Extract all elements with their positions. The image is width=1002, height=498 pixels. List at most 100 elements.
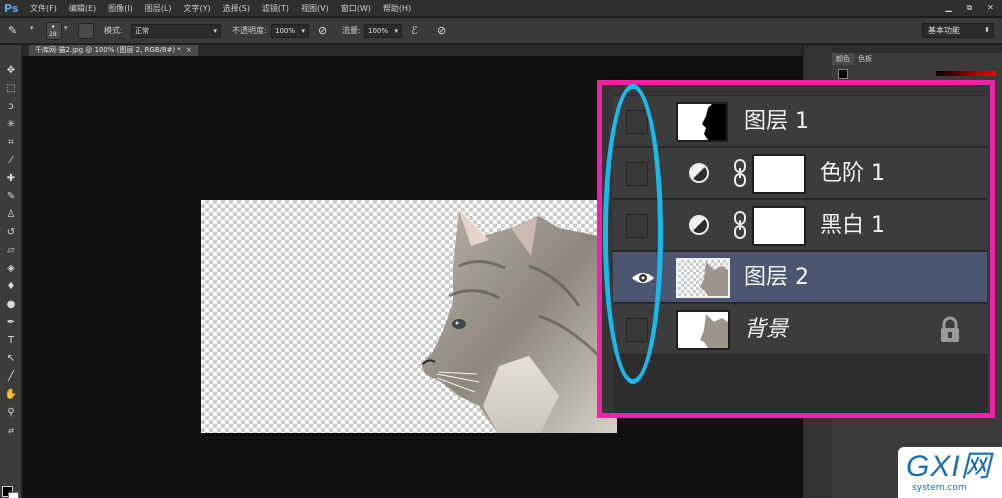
- brush-size-picker[interactable]: • 28: [46, 22, 62, 40]
- chain-link-icon[interactable]: [733, 159, 747, 187]
- layer-name: 图层 1: [744, 109, 809, 134]
- magic-wand-tool-icon[interactable]: ✳: [3, 117, 19, 133]
- pressure-opacity-icon[interactable]: ⊘: [318, 22, 327, 40]
- layers-panel-callout: 图层 1 色阶 1 黑白 1 图层 2 背景: [597, 80, 995, 418]
- lasso-tool-icon[interactable]: ↄ: [3, 99, 19, 115]
- layer-mask-thumbnail: [676, 102, 728, 142]
- photoshop-logo: Ps: [4, 2, 19, 15]
- layer-thumbnail: [676, 310, 730, 350]
- layer-name: 背景: [744, 317, 789, 342]
- menu-image[interactable]: 图像(I): [108, 0, 133, 17]
- watermark-logo: GXI网: [906, 450, 992, 483]
- hand-tool-icon[interactable]: ✋: [3, 387, 19, 403]
- close-button[interactable]: ✕: [983, 1, 998, 15]
- opacity-input[interactable]: 100% ▾: [271, 24, 309, 38]
- minimize-button[interactable]: ▁: [941, 1, 956, 15]
- brush-size-dropdown[interactable]: ▾: [64, 24, 68, 32]
- adjustment-layer-icon: [689, 215, 709, 235]
- document-tab[interactable]: 千库网-猫2.jpg @ 100% (图层 2, RGB/8#) * ×: [29, 45, 198, 56]
- eyedropper-tool-icon[interactable]: ⁄: [3, 153, 19, 169]
- zoom-tool-icon[interactable]: ⚲: [3, 405, 19, 421]
- mode-select[interactable]: 正常 ▾: [131, 24, 221, 38]
- layer-thumbnail: [676, 258, 730, 298]
- menu-edit[interactable]: 编辑(E): [69, 0, 96, 17]
- document-tabs: 千库网-猫2.jpg @ 100% (图层 2, RGB/8#) * ×: [22, 45, 802, 56]
- blur-tool-icon[interactable]: ♦: [3, 279, 19, 295]
- restore-button[interactable]: ⧉: [962, 1, 977, 15]
- cat-thumbnail-icon: [700, 314, 728, 348]
- airbrush-icon[interactable]: ℰ: [411, 22, 418, 40]
- visibility-toggle[interactable]: [626, 318, 648, 342]
- layer-row-selected[interactable]: 图层 2: [613, 251, 987, 303]
- document-canvas[interactable]: [201, 200, 617, 433]
- visibility-toggle[interactable]: [626, 110, 648, 134]
- watermark: GXI网 system.com: [898, 447, 1002, 498]
- pressure-size-icon[interactable]: ⊘: [437, 22, 446, 40]
- menu-items: 文件(F) 编辑(E) 图像(I) 图层(L) 文字(Y) 选择(S) 滤镜(T…: [30, 0, 423, 17]
- visibility-toggle[interactable]: [626, 214, 648, 238]
- type-tool-icon[interactable]: T: [3, 333, 19, 349]
- color-panel-tabs: 颜色 色板: [832, 53, 876, 65]
- dodge-tool-icon[interactable]: ●: [3, 297, 19, 313]
- chevron-down-icon: ▾: [301, 27, 305, 35]
- chain-link-icon[interactable]: [733, 211, 747, 239]
- layer-row[interactable]: 背景: [613, 303, 987, 355]
- brush-tool-icon[interactable]: ✎: [3, 189, 19, 205]
- pen-tool-icon[interactable]: ✒: [3, 315, 19, 331]
- cat-thumbnail-icon: [700, 262, 728, 296]
- layer-row[interactable]: 图层 1: [613, 95, 987, 147]
- color-panel-swatch[interactable]: [838, 69, 848, 79]
- close-tab-icon[interactable]: ×: [186, 46, 192, 54]
- brush-panel-icon[interactable]: [78, 23, 94, 39]
- tab-swatches[interactable]: 色板: [854, 53, 876, 65]
- layer-row[interactable]: 黑白 1: [613, 199, 987, 251]
- tools-panel: ✥ ⬚ ↄ ✳ ⌗ ⁄ ✚ ✎ ♙ ↺ ▱ ◈ ♦ ● ✒ T ↖ ╱ ✋ ⚲ …: [0, 45, 22, 498]
- line-tool-icon[interactable]: ╱: [3, 369, 19, 385]
- menu-filter[interactable]: 滤镜(T): [262, 0, 289, 17]
- menu-view[interactable]: 视图(V): [301, 0, 329, 17]
- opacity-label: 不透明度:: [232, 26, 267, 35]
- layer-row[interactable]: 色阶 1: [613, 147, 987, 199]
- flow-label: 流量:: [342, 26, 361, 35]
- menu-type[interactable]: 文字(Y): [183, 0, 210, 17]
- tab-color[interactable]: 颜色: [832, 53, 854, 65]
- options-bar: ✎ ▾ • 28 ▾ 模式: 正常 ▾ 不透明度: 100% ▾ ⊘ 流量: 1…: [0, 18, 1002, 44]
- chevron-down-icon: ▾: [394, 27, 398, 35]
- window-controls: ▁ ⧉ ✕: [935, 1, 998, 15]
- crop-tool-icon[interactable]: ⌗: [3, 135, 19, 151]
- adjustment-mask-thumbnail: [752, 154, 806, 194]
- flow-input[interactable]: 100% ▾: [364, 24, 402, 38]
- workspace-select[interactable]: 基本功能 ⬍: [922, 23, 994, 38]
- menu-select[interactable]: 选择(S): [223, 0, 250, 17]
- menu-layer[interactable]: 图层(L): [145, 0, 172, 17]
- menu-help[interactable]: 帮助(H): [383, 0, 411, 17]
- mode-label: 模式:: [104, 26, 123, 35]
- move-tool-icon[interactable]: ✥: [3, 63, 19, 79]
- visibility-toggle[interactable]: [626, 162, 648, 186]
- panel-header: [832, 45, 1002, 53]
- color-slider[interactable]: [936, 71, 996, 76]
- layers-list: 图层 1 色阶 1 黑白 1 图层 2 背景: [613, 95, 987, 413]
- layer-name: 图层 2: [744, 265, 809, 290]
- layer-name: 色阶 1: [820, 161, 885, 186]
- menu-bar: Ps 文件(F) 编辑(E) 图像(I) 图层(L) 文字(Y) 选择(S) 滤…: [0, 0, 1002, 17]
- paint-bucket-tool-icon[interactable]: ◈: [3, 261, 19, 277]
- chevron-down-icon: ▾: [213, 27, 217, 35]
- background-color-swatch[interactable]: [8, 492, 19, 498]
- history-brush-tool-icon[interactable]: ↺: [3, 225, 19, 241]
- marquee-tool-icon[interactable]: ⬚: [3, 81, 19, 97]
- watermark-url: system.com: [912, 483, 967, 493]
- eye-icon[interactable]: [631, 270, 655, 286]
- brush-tool-icon[interactable]: ✎: [8, 22, 17, 40]
- menu-file[interactable]: 文件(F): [30, 0, 57, 17]
- clone-stamp-tool-icon[interactable]: ♙: [3, 207, 19, 223]
- cat-image: [421, 210, 617, 433]
- swap-colors-icon[interactable]: ⇄: [3, 423, 19, 439]
- menu-window[interactable]: 窗口(W): [341, 0, 371, 17]
- path-selection-tool-icon[interactable]: ↖: [3, 351, 19, 367]
- eraser-tool-icon[interactable]: ▱: [3, 243, 19, 259]
- lock-icon: [941, 316, 959, 342]
- chevron-updown-icon: ⬍: [984, 26, 990, 34]
- tool-preset-dropdown[interactable]: ▾: [30, 24, 34, 32]
- healing-brush-tool-icon[interactable]: ✚: [3, 171, 19, 187]
